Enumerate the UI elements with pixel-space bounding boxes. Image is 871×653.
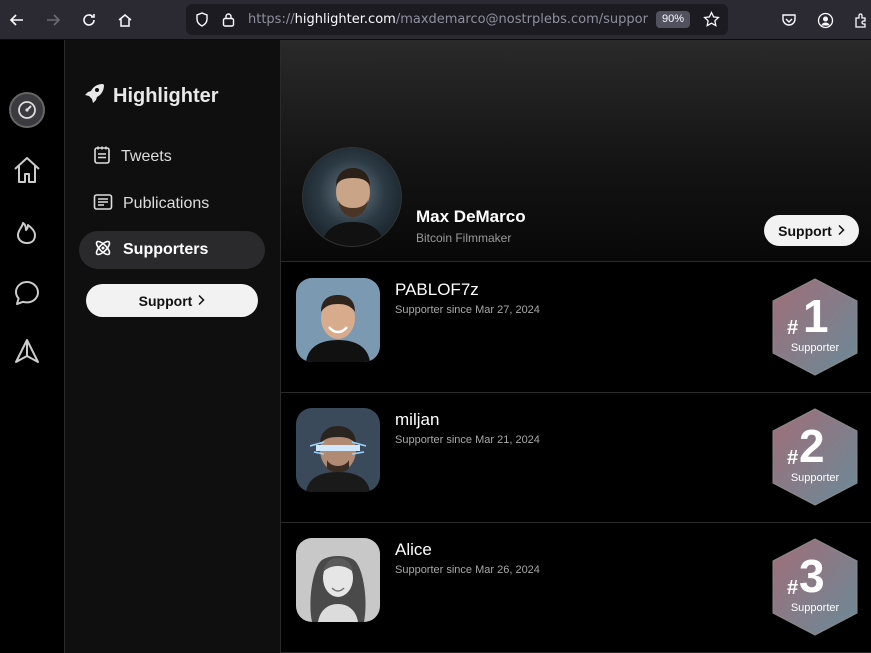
supporter-avatar[interactable] [296, 278, 380, 362]
support-button-label: Support [138, 292, 193, 309]
supporter-row[interactable]: PABLOF7z Supporter since Mar 27, 2024 # … [281, 263, 871, 393]
brand-name: Highlighter [113, 84, 219, 107]
rank-number: 2 [799, 420, 825, 472]
sidebar-item-label: Supporters [123, 241, 209, 258]
dashboard-icon[interactable] [9, 92, 45, 128]
flame-icon[interactable] [10, 214, 44, 248]
sidebar: Highlighter Tweets Publications Supporte… [65, 40, 281, 653]
rank-hash: # [787, 447, 799, 469]
shield-icon[interactable] [195, 12, 209, 32]
rank-label: Supporter [790, 342, 840, 354]
supporter-since: Supporter since Mar 21, 2024 [395, 434, 540, 446]
profile-name: Max DeMarco [416, 207, 526, 226]
rank-number: 3 [799, 550, 825, 602]
pocket-icon[interactable] [777, 8, 801, 32]
browser-toolbar: https://highlighter.com/maxdemarco@nostr… [0, 0, 871, 40]
supporter-row[interactable]: miljan Supporter since Mar 21, 2024 # 2 … [281, 393, 871, 523]
sidebar-item-tweets[interactable]: Tweets [79, 138, 265, 176]
supporter-name[interactable]: PABLOF7z [395, 280, 479, 300]
rank-badge: # 3 Supporter [769, 537, 861, 637]
sidebar-item-label: Publications [123, 195, 210, 212]
profile-support-button[interactable]: Support [764, 215, 859, 246]
chat-icon[interactable] [10, 276, 44, 310]
forward-icon[interactable] [41, 8, 65, 32]
main-content: Max DeMarco Bitcoin Filmmaker Support PA… [281, 40, 871, 653]
supporter-since: Supporter since Mar 26, 2024 [395, 564, 540, 576]
account-icon[interactable] [813, 8, 837, 32]
sidebar-item-supporters[interactable]: Supporters [79, 231, 265, 269]
notes-icon [93, 145, 111, 170]
rank-number: 1 [803, 290, 829, 342]
profile-header: Max DeMarco Bitcoin Filmmaker Support [281, 40, 871, 262]
sidebar-item-publications[interactable]: Publications [79, 185, 265, 223]
url-text[interactable]: https://highlighter.com/maxdemarco@nostr… [248, 12, 648, 27]
supporter-since: Supporter since Mar 27, 2024 [395, 304, 540, 316]
supporter-avatar[interactable] [296, 538, 380, 622]
rank-label: Supporter [790, 472, 840, 484]
chevron-right-icon [837, 223, 845, 239]
sidebar-support-button[interactable]: Support [86, 284, 258, 317]
brand[interactable]: Highlighter [83, 82, 219, 110]
profile-subtitle: Bitcoin Filmmaker [416, 231, 512, 245]
send-icon[interactable] [10, 334, 44, 368]
rank-badge: # 2 Supporter [769, 407, 861, 507]
zoom-indicator[interactable]: 90% [656, 11, 691, 28]
home-browser-icon[interactable] [113, 8, 137, 32]
lock-icon[interactable] [222, 12, 235, 32]
rank-hash: # [787, 577, 799, 599]
rocket-icon [83, 82, 105, 110]
rank-hash: # [787, 317, 799, 339]
sidebar-item-label: Tweets [121, 148, 172, 165]
newspaper-icon [93, 193, 113, 216]
atom-icon [93, 238, 113, 263]
back-icon[interactable] [5, 8, 29, 32]
profile-avatar[interactable] [302, 147, 402, 247]
home-icon[interactable] [10, 153, 44, 187]
reload-icon[interactable] [77, 8, 101, 32]
rank-badge: # 1 Supporter [769, 277, 861, 377]
bookmark-star-icon[interactable] [703, 10, 720, 33]
app-rail [0, 40, 65, 653]
url-bar[interactable]: https://highlighter.com/maxdemarco@nostr… [186, 4, 728, 35]
support-button-label: Support [778, 222, 832, 239]
supporter-name[interactable]: Alice [395, 540, 432, 560]
supporter-row[interactable]: Alice Supporter since Mar 26, 2024 # 3 S… [281, 523, 871, 653]
extensions-icon[interactable] [849, 8, 871, 32]
supporter-name[interactable]: miljan [395, 410, 439, 430]
rank-label: Supporter [790, 602, 840, 614]
supporter-avatar[interactable] [296, 408, 380, 492]
chevron-right-icon [197, 293, 205, 309]
